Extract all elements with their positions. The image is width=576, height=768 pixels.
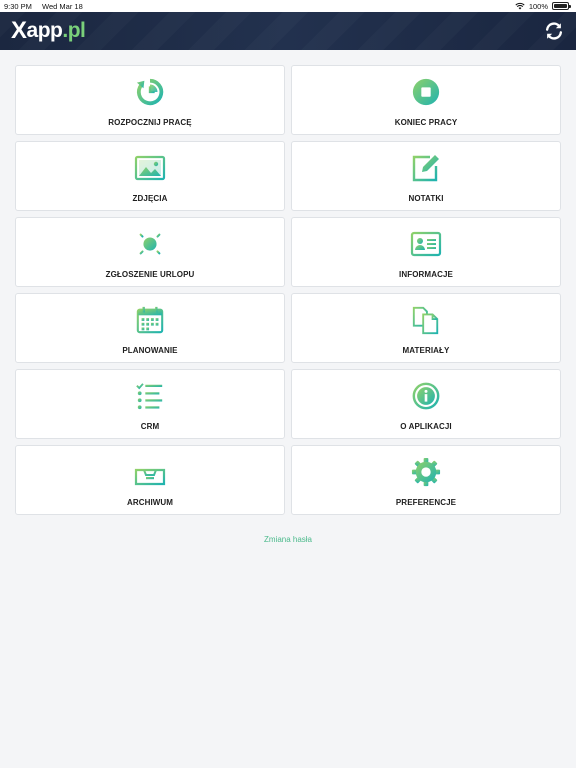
documents-icon — [410, 304, 442, 336]
stop-icon — [410, 76, 442, 108]
tile-label: NOTATKI — [408, 194, 444, 203]
battery-icon — [552, 2, 571, 10]
archive-tray-icon — [134, 456, 166, 488]
status-time: 9:30 PM — [4, 1, 32, 11]
id-card-icon — [410, 228, 442, 260]
sun-icon — [134, 228, 166, 260]
change-password-link[interactable]: Zmiana hasła — [0, 535, 576, 544]
tile-label: PLANOWANIE — [122, 346, 178, 355]
tile-archive[interactable]: ARCHIWUM — [15, 445, 285, 515]
tile-label: ARCHIWUM — [126, 498, 174, 507]
tile-label: ZDJĘCIA — [132, 194, 168, 203]
tile-label: CRM — [140, 422, 160, 431]
status-date: Wed Mar 18 — [42, 1, 83, 11]
start-work-icon — [134, 76, 166, 108]
tile-end-work[interactable]: KONIEC PRACY — [291, 65, 561, 135]
edit-note-icon — [410, 152, 442, 184]
tile-label: O APLIKACJI — [400, 422, 452, 431]
status-bar: 9:30 PM Wed Mar 18 100% — [0, 0, 576, 12]
tile-materials[interactable]: MATERIAŁY — [291, 293, 561, 363]
tile-preferences[interactable]: PREFERENCJE — [291, 445, 561, 515]
tile-label: INFORMACJE — [399, 270, 453, 279]
tile-information[interactable]: INFORMACJE — [291, 217, 561, 287]
status-left: 9:30 PM Wed Mar 18 — [4, 2, 91, 11]
checklist-icon — [134, 380, 166, 412]
tile-label: PREFERENCJE — [395, 498, 457, 507]
tile-planning[interactable]: PLANOWANIE — [15, 293, 285, 363]
gear-icon — [410, 456, 442, 488]
tile-label: ZGŁOSZENIE URLOPU — [105, 270, 195, 279]
status-right: 100% — [515, 1, 571, 11]
tile-label: MATERIAŁY — [402, 346, 450, 355]
tile-about[interactable]: O APLIKACJI — [291, 369, 561, 439]
tile-crm[interactable]: CRM — [15, 369, 285, 439]
tile-label: ROZPOCZNIJ PRACĘ — [108, 118, 192, 127]
logo-x: X — [11, 17, 27, 44]
info-icon — [410, 380, 442, 412]
refresh-icon — [545, 22, 563, 40]
app-logo[interactable]: X app .pl — [11, 17, 86, 44]
tile-photos[interactable]: ZDJĘCIA — [15, 141, 285, 211]
wifi-icon — [515, 2, 525, 10]
calendar-icon — [134, 304, 166, 336]
battery-percent: 100% — [528, 1, 548, 11]
tile-leave-request[interactable]: ZGŁOSZENIE URLOPU — [15, 217, 285, 287]
tile-label: KONIEC PRACY — [394, 118, 458, 127]
tile-start-work[interactable]: ROZPOCZNIJ PRACĘ — [15, 65, 285, 135]
refresh-button[interactable] — [542, 19, 566, 43]
tile-notes[interactable]: NOTATKI — [291, 141, 561, 211]
logo-app: app — [26, 19, 63, 42]
logo-tld: .pl — [62, 19, 86, 42]
menu-grid: ROZPOCZNIJ PRACĘ KONIEC PRACY ZDJĘCIA NO… — [15, 65, 561, 515]
app-header: X app .pl — [0, 12, 576, 50]
photo-icon — [134, 152, 166, 184]
